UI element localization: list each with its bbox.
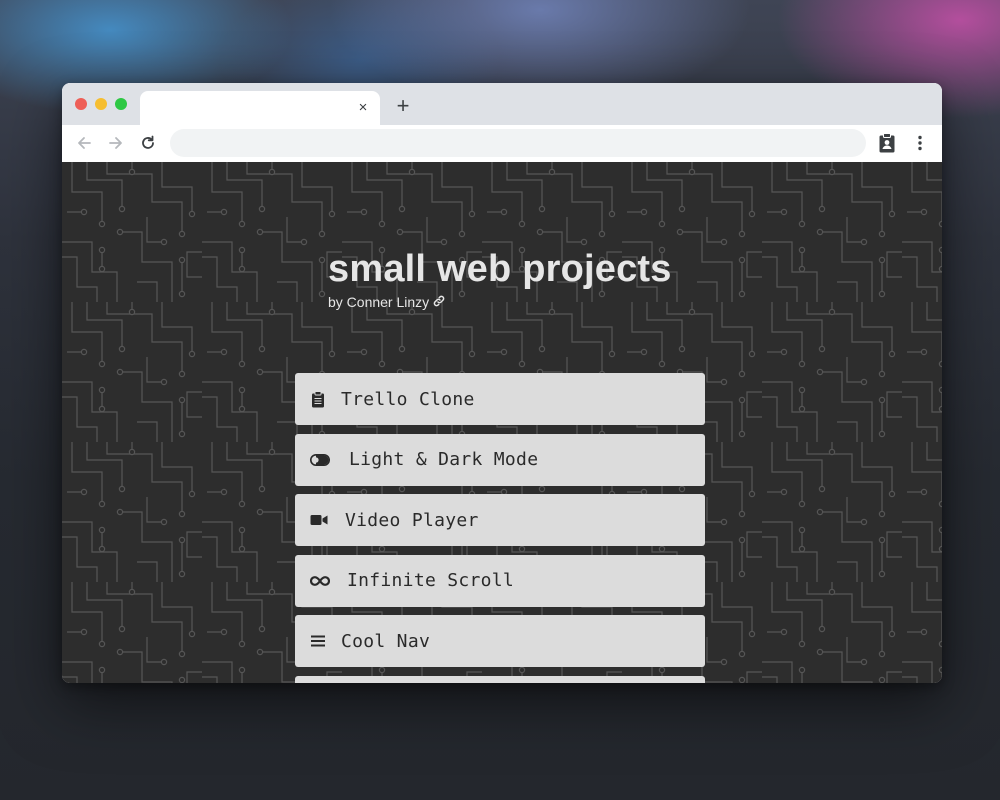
project-trello-clone[interactable]: Trello Clone [295,373,705,425]
project-label: Video Player [345,509,479,531]
browser-title-bar: × + [62,83,942,125]
link-icon[interactable] [433,294,445,310]
menu-icon [309,632,327,650]
project-cool-nav[interactable]: Cool Nav [295,615,705,667]
page-content: small web projects by Conner Linzy Trell… [62,162,942,683]
browser-toolbar [62,125,942,162]
project-label: Infinite Scroll [347,570,515,591]
project-label: Cool Nav [341,630,431,652]
maximize-window-button[interactable] [115,98,127,110]
infinity-icon [309,572,331,590]
browser-tab[interactable]: × [140,91,380,125]
project-list: Trello Clone Light & Dark Mode Video Pla… [295,373,705,683]
project-label: Trello Clone [341,388,475,410]
video-camera-icon [309,511,329,529]
back-arrow-icon[interactable] [72,131,96,155]
project-infinite-scroll[interactable]: Infinite Scroll [295,554,705,607]
close-window-button[interactable] [75,98,87,110]
project-light-dark-mode[interactable]: Light & Dark Mode [295,433,705,486]
forward-arrow-icon[interactable] [104,131,128,155]
project-label: Light & Dark Mode [349,449,539,470]
project-video-player[interactable]: Video Player [295,494,705,546]
page-header: small web projects by Conner Linzy [328,246,672,310]
more-vert-icon[interactable] [908,131,932,155]
toggle-icon [309,451,331,469]
minimize-window-button[interactable] [95,98,107,110]
author-link[interactable]: by Conner Linzy [328,294,429,310]
project-partially-visible[interactable] [295,675,705,683]
byline[interactable]: by Conner Linzy [328,294,672,310]
clipboard-person-icon[interactable] [875,131,899,155]
browser-window: × + small web projects by Conner Linzy T… [62,83,942,683]
clipboard-icon [309,390,327,408]
page-title: small web projects [328,248,672,290]
reload-icon[interactable] [136,131,160,155]
new-tab-button[interactable]: + [392,95,414,117]
address-bar[interactable] [170,129,866,157]
tab-close-icon[interactable]: × [354,99,372,117]
